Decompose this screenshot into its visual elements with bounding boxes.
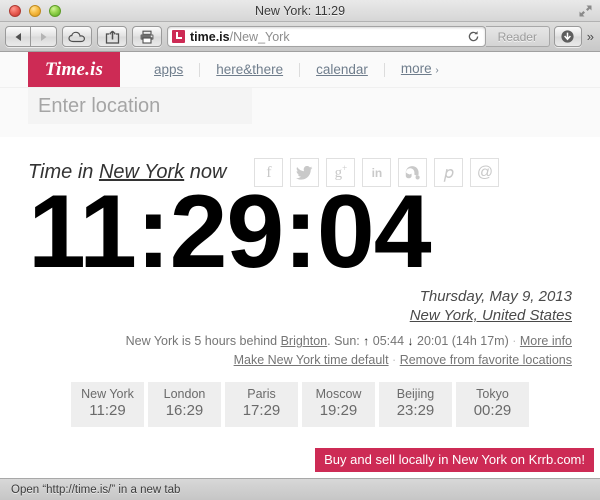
list-item[interactable]: New York 11:29 [71,381,144,428]
offset-prefix: New York is 5 hours behind [125,334,281,349]
city-name: Beijing [396,386,435,401]
traffic-lights [9,4,61,17]
list-item[interactable]: Moscow 19:29 [302,381,375,428]
remove-favorite-link[interactable]: Remove from favorite locations [400,353,572,367]
day-length: (14h 17m) [451,334,509,349]
page-content: Time.is apps here&there calendar more › … [0,52,600,478]
city-time: 19:29 [319,402,358,420]
city-time: 00:29 [473,402,512,420]
city-time: 17:29 [242,402,281,420]
window-title: New York: 11:29 [254,3,346,18]
reader-button[interactable]: Reader [485,26,550,47]
zoom-button[interactable] [49,4,61,17]
more-info-link[interactable]: More info [520,334,572,348]
city-time: 11:29 [89,402,126,420]
print-icon[interactable] [132,26,162,47]
list-item[interactable]: Paris 17:29 [225,381,298,428]
offset-reference-link[interactable]: Brighton [281,334,328,348]
site-header: Time.is apps here&there calendar more › [0,52,600,88]
minimize-button[interactable] [29,4,41,17]
city-time-list: New York 11:29 London 16:29 Paris 17:29 … [28,381,572,428]
nav-item-here-and-there[interactable]: here&there [200,62,301,77]
site-favicon-icon [172,30,185,43]
date-block: Thursday, May 9, 2013 New York, United S… [28,287,572,325]
search-input[interactable]: Enter location [28,88,252,124]
city-name: Paris [247,386,276,401]
city-name: New York [81,386,134,401]
share-icon[interactable] [97,26,127,47]
email-icon[interactable]: @ [470,158,500,187]
close-button[interactable] [9,4,21,17]
url-domain: time.is [190,29,230,44]
search-placeholder: Enter location [38,94,161,117]
forward-arrow-icon[interactable] [31,26,57,47]
clock-display: 11:29:04 [28,174,432,290]
browser-toolbar: time.is/New_York Reader » [0,22,600,52]
toolbar-overflow-button[interactable]: » [587,30,595,43]
fullscreen-arrows-icon[interactable] [578,4,593,18]
title-bar: New York: 11:29 [0,0,600,22]
nav-buttons [5,26,57,47]
chevron-right-icon: › [435,64,439,76]
sunset-arrow-icon: ↓ [407,334,414,349]
status-bar-text: Open “http://time.is/” in a new tab [11,483,181,496]
status-bar: Open “http://time.is/” in a new tab [0,478,600,500]
nav-item-calendar[interactable]: calendar [300,62,385,77]
search-row: Enter location [0,88,600,137]
nav-item-apps[interactable]: apps [138,62,201,77]
site-logo[interactable]: Time.is [28,52,120,87]
sunrise-time: 05:44 [372,334,405,349]
site-nav: apps here&there calendar more › [138,52,455,87]
safari-window: New York: 11:29 time.is/New_York Reader … [0,0,600,500]
city-name: Moscow [315,386,362,401]
city-time: 23:29 [396,402,435,420]
pinterest-icon[interactable]: 𝑝 [434,158,464,187]
city-name: Tokyo [476,386,509,401]
actions-line: Make New York time default · Remove from… [28,351,572,369]
list-item[interactable]: Tokyo 00:29 [456,381,529,428]
actions-separator: · [392,352,397,367]
address-bar-group: time.is/New_York Reader [167,26,550,47]
sunrise-arrow-icon: ↑ [363,334,370,349]
city-name: London [163,386,206,401]
nav-item-more[interactable]: more › [385,60,455,78]
info-separator: · [512,334,517,349]
ad-banner[interactable]: Buy and sell locally in New York on Krrb… [315,448,594,472]
city-time: 16:29 [165,402,204,420]
offset-suffix: . Sun: [327,334,364,349]
list-item[interactable]: Beijing 23:29 [379,381,452,428]
sunset-time: 20:01 [417,334,449,349]
info-lines: New York is 5 hours behind Brighton. Sun… [28,332,572,369]
address-bar-text: time.is/New_York [190,30,463,44]
main-content: Time in New York now f g+ in 𝑝 @ 11:29:0… [0,158,600,428]
reload-icon[interactable] [463,30,485,43]
current-location[interactable]: New York, United States [410,307,572,324]
nav-item-more-label: more [400,60,432,76]
offset-line: New York is 5 hours behind Brighton. Sun… [28,332,572,350]
url-path: /New_York [229,29,290,44]
downloads-icon[interactable] [553,26,582,47]
back-arrow-icon[interactable] [5,26,31,47]
make-default-link[interactable]: Make New York time default [234,353,389,367]
address-bar[interactable]: time.is/New_York [167,26,486,47]
icloud-tabs-icon[interactable] [62,26,92,47]
list-item[interactable]: London 16:29 [148,381,221,428]
